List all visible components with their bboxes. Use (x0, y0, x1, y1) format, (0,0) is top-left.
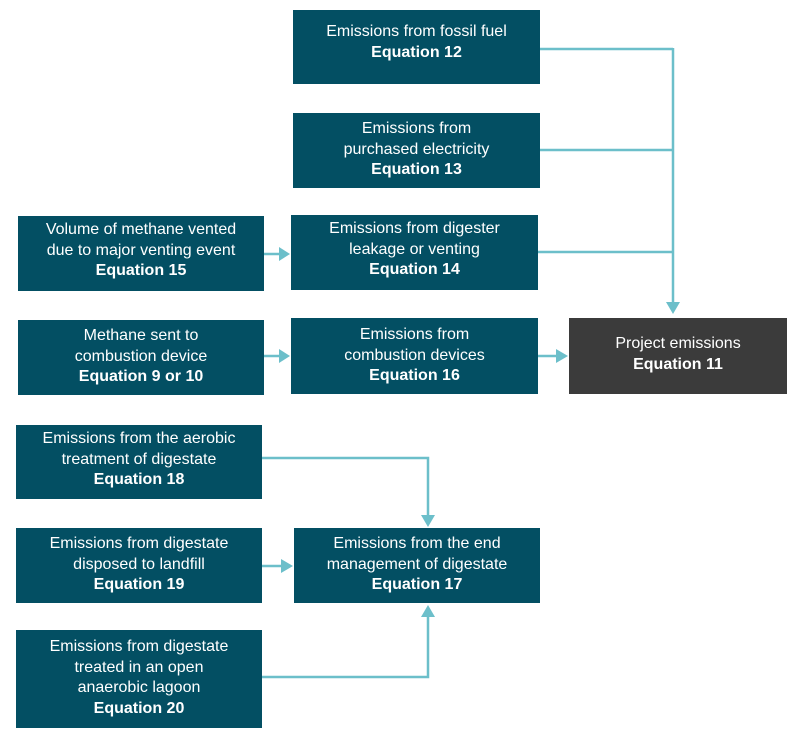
node-label: Emissions from combustion devices (344, 326, 485, 364)
edge-lagoon-to-end-management (262, 616, 430, 679)
node-fossil-fuel: Emissions from fossil fuel Equation 12 (293, 10, 540, 84)
node-aerobic-treatment: Emissions from the aerobic treatment of … (16, 425, 262, 499)
arrow-into-end-management-bottom (421, 605, 435, 617)
node-label: Emissions from digestate disposed to lan… (49, 535, 229, 573)
node-label: Emissions from purchased electricity (343, 120, 490, 158)
node-label: Emissions from digester leakage or venti… (329, 220, 500, 258)
node-equation: Equation 15 (95, 262, 187, 279)
node-venting-volume: Volume of methane vented due to major ve… (18, 216, 264, 291)
node-equation: Equation 18 (93, 471, 185, 488)
node-project-emissions: Project emissions Equation 11 (569, 318, 787, 394)
arrow-into-combustion (279, 349, 290, 363)
arrow-into-digester (279, 247, 290, 261)
node-equation: Equation 16 (369, 367, 460, 384)
node-equation: Equation 20 (93, 699, 185, 717)
node-purchased-electricity: Emissions from purchased electricity Equ… (293, 113, 540, 188)
node-equation: Equation 17 (371, 576, 463, 593)
node-label: Volume of methane vented due to major ve… (45, 221, 237, 259)
node-methane-to-combustion: Methane sent to combustion device Equati… (18, 320, 264, 395)
node-equation: Equation 11 (633, 355, 723, 373)
node-label: Emissions from digestate treated in an o… (49, 638, 229, 696)
node-equation: Equation 19 (93, 576, 185, 593)
node-equation: Equation 14 (369, 261, 460, 278)
node-equation: Equation 13 (371, 161, 462, 178)
edge-aerobic-to-end-management (262, 456, 430, 516)
node-equation: Equation 9 or 10 (78, 368, 204, 385)
node-label: Emissions from the aerobic treatment of … (42, 430, 236, 468)
node-label: Project emissions (615, 335, 741, 352)
arrow-into-project-emissions-left (556, 349, 568, 363)
arrow-into-end-management-top (421, 515, 435, 527)
node-label: Methane sent to combustion device (74, 327, 208, 365)
node-label: Emissions from fossil fuel (326, 23, 507, 40)
arrow-into-project-emissions-top (666, 302, 680, 314)
node-end-management: Emissions from the end management of dig… (294, 528, 540, 603)
node-label: Emissions from the end management of dig… (326, 535, 508, 573)
node-digester-leakage: Emissions from digester leakage or venti… (291, 215, 538, 290)
node-combustion-devices: Emissions from combustion devices Equati… (291, 318, 538, 394)
node-landfill: Emissions from digestate disposed to lan… (16, 528, 262, 603)
node-anaerobic-lagoon: Emissions from digestate treated in an o… (16, 630, 262, 728)
arrow-into-end-management-left (281, 559, 293, 573)
node-equation: Equation 12 (371, 43, 462, 61)
